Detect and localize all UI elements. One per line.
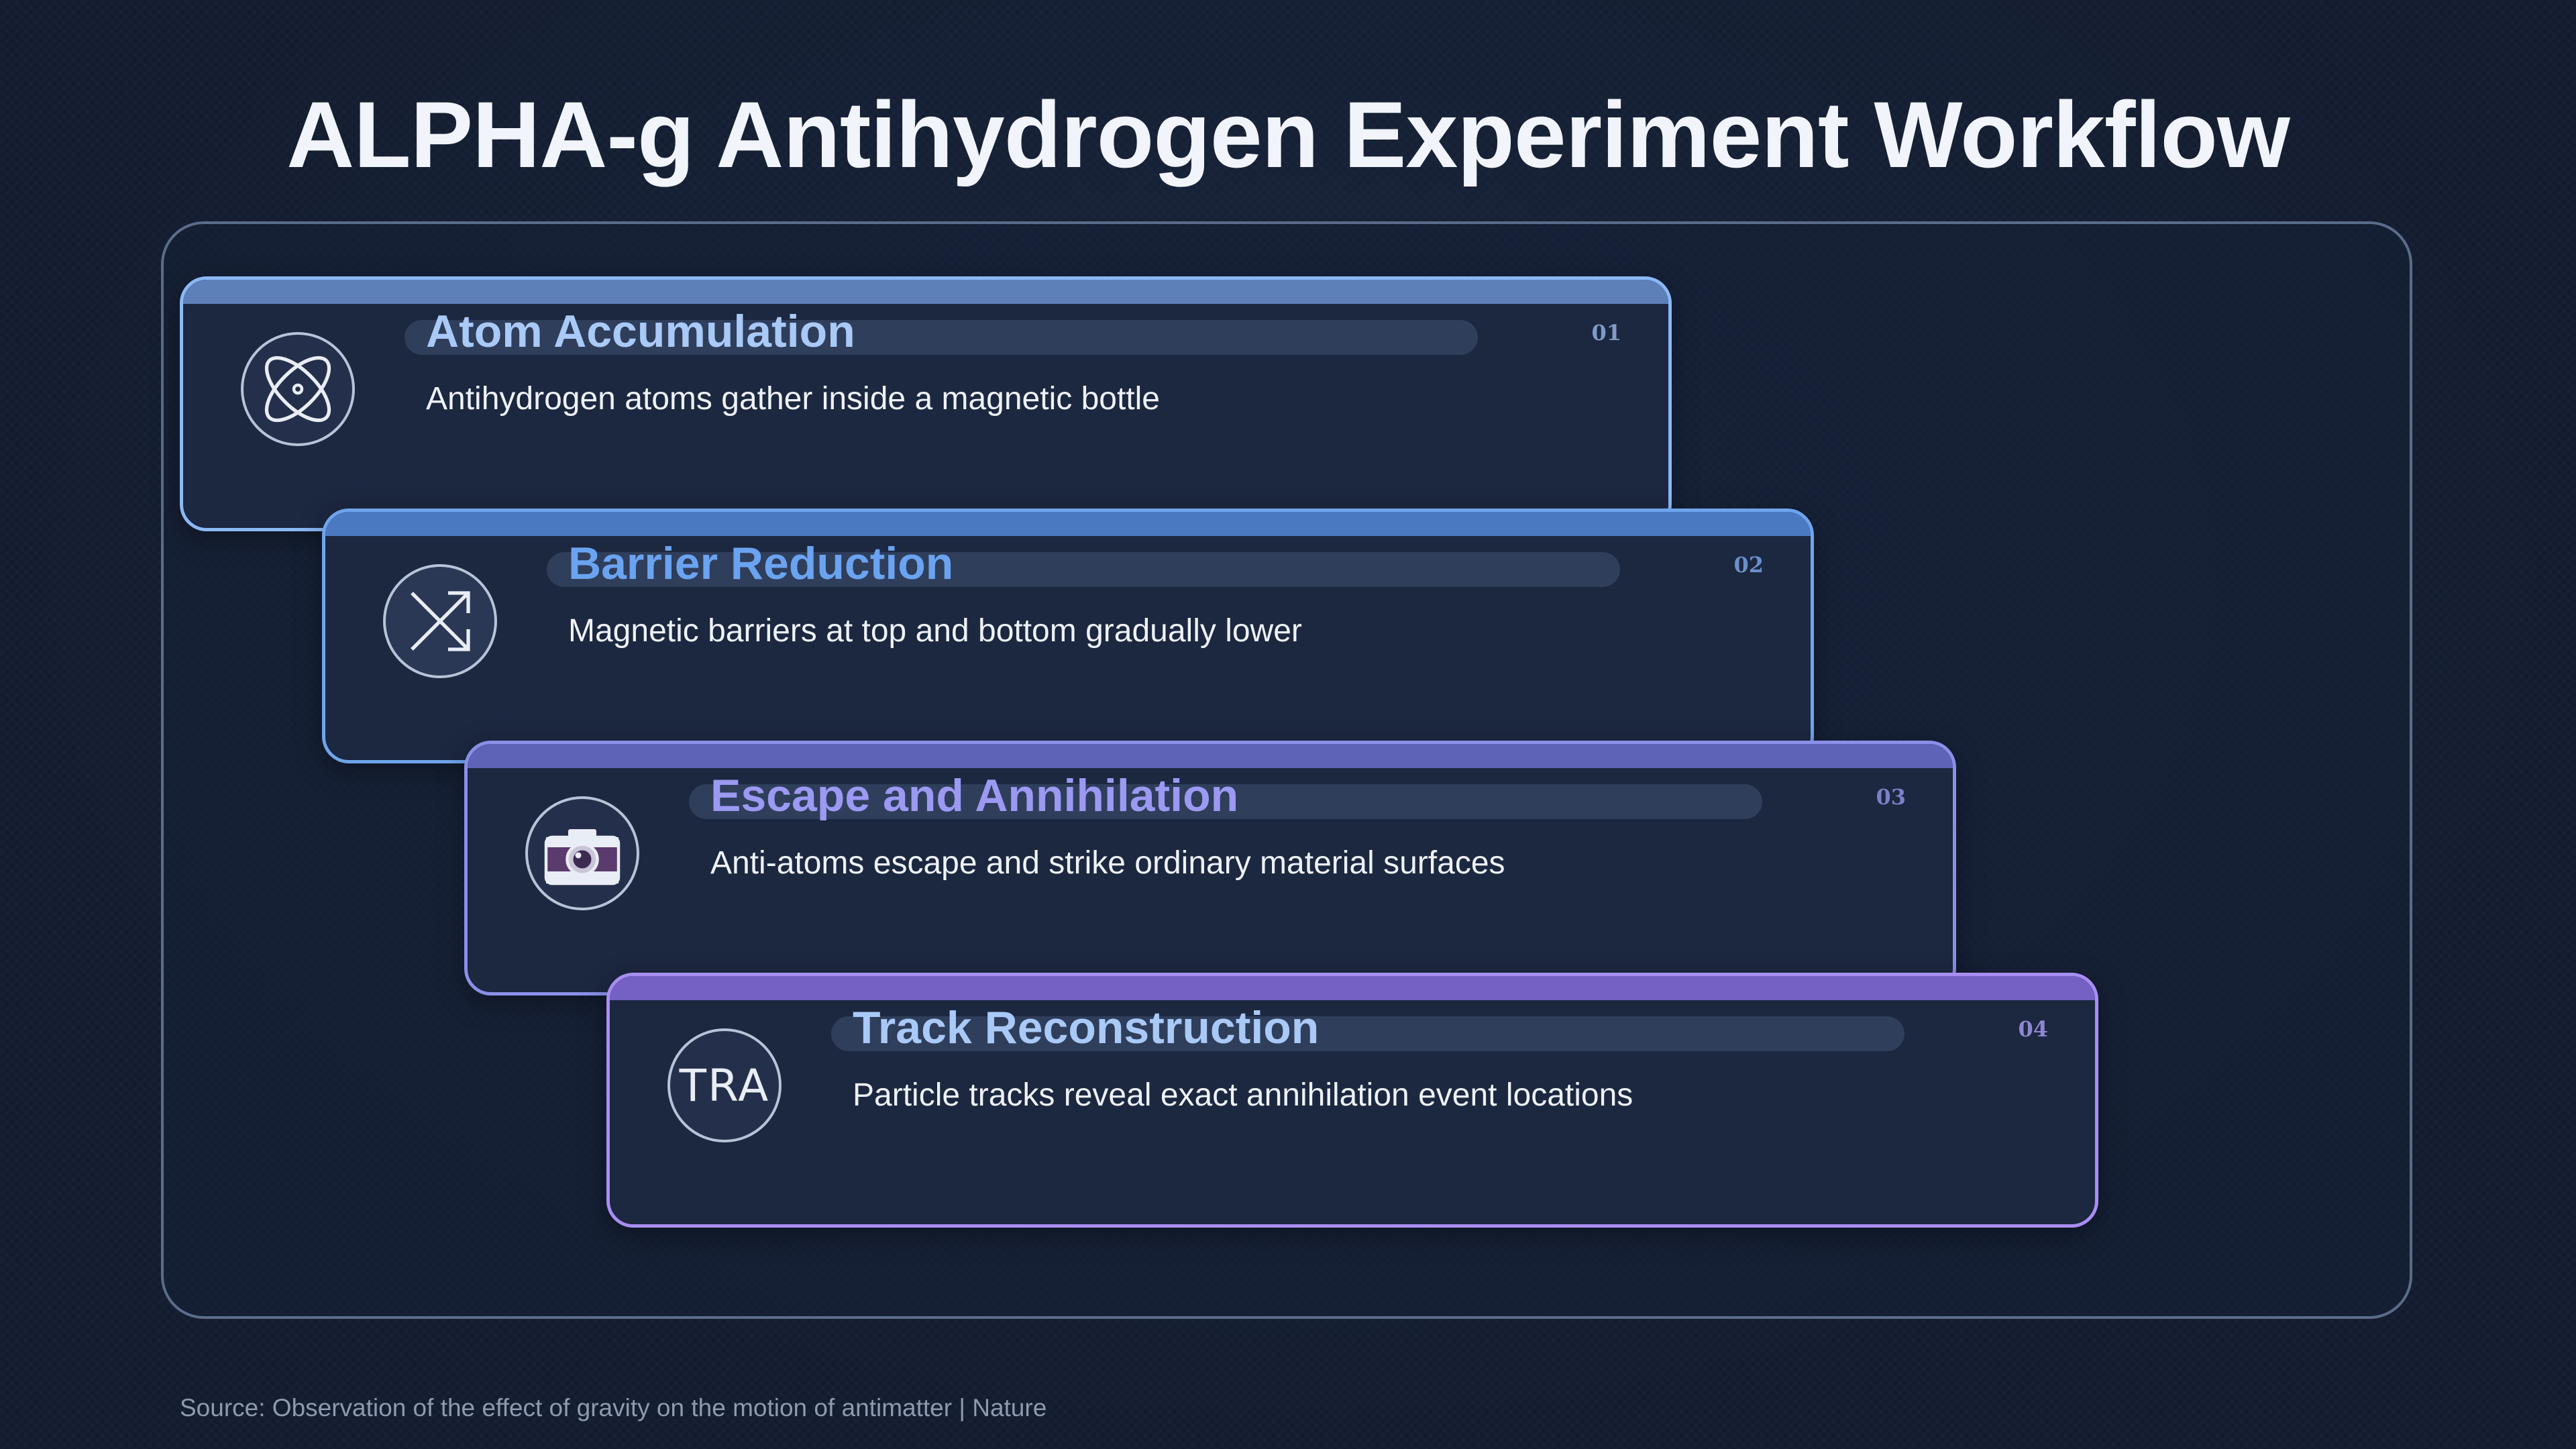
- step-card-4-top-bar: [610, 976, 2095, 1000]
- step-number: 01: [1591, 320, 1621, 345]
- step-title: Escape and Annihilation: [710, 770, 1239, 821]
- step-title: Track Reconstruction: [853, 1002, 1320, 1053]
- step-card-2-top-bar: [325, 512, 1811, 536]
- step-title: Barrier Reduction: [568, 538, 954, 589]
- step-number: 02: [1733, 552, 1764, 578]
- step-card-2: Barrier Reduction Magnetic barriers at t…: [322, 508, 1814, 763]
- step-card-3-icon-circle: [525, 796, 639, 910]
- tra-icon: TRA: [679, 1059, 770, 1112]
- step-card-4-icon-circle: TRA: [667, 1028, 782, 1142]
- step-number: 03: [1876, 784, 1906, 810]
- step-description: Magnetic barriers at top and bottom grad…: [568, 613, 1302, 649]
- step-description: Anti-atoms escape and strike ordinary ma…: [710, 845, 1505, 881]
- step-card-3: Escape and Annihilation Anti-atoms escap…: [464, 741, 1956, 996]
- camera-icon: [544, 829, 621, 885]
- atom-icon: [264, 356, 331, 423]
- step-number: 04: [2018, 1016, 2048, 1042]
- step-card-1: Atom Accumulation Antihydrogen atoms gat…: [180, 276, 1672, 531]
- step-card-3-top-bar: [468, 744, 1953, 768]
- step-description: Antihydrogen atoms gather inside a magne…: [426, 381, 1160, 417]
- step-card-1-top-bar: [183, 280, 1668, 304]
- step-description: Particle tracks reveal exact annihilatio…: [853, 1077, 1633, 1113]
- step-card-2-icon-circle: [383, 564, 497, 678]
- step-title: Atom Accumulation: [426, 306, 855, 357]
- page-title: ALPHA-g Antihydrogen Experiment Workflow: [286, 82, 2290, 187]
- step-card-4: TRA Track Reconstruction Particle tracks…: [606, 973, 2098, 1228]
- source-footer: Source: Observation of the effect of gra…: [180, 1394, 1047, 1421]
- step-card-1-icon-circle: [241, 332, 355, 446]
- arrows-expand-icon: [411, 591, 470, 651]
